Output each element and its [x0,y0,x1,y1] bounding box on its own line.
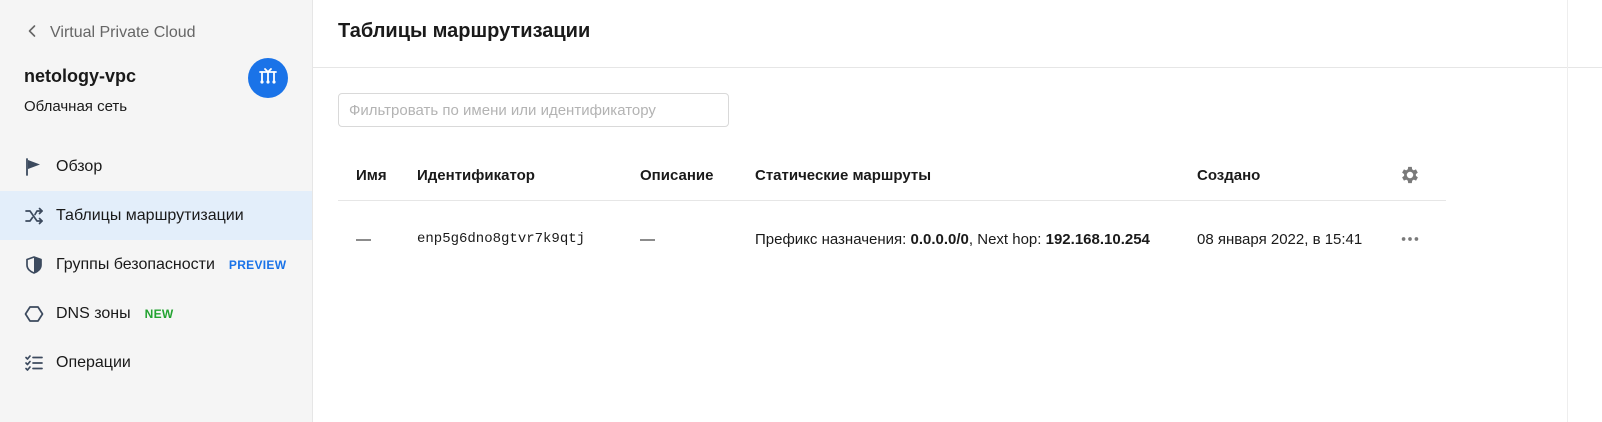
preview-badge: PREVIEW [228,257,287,272]
route-prefix-label: Префикс назначения: [755,230,907,248]
page-title: Таблицы маршрутизации [338,20,591,42]
network-icon [257,65,279,92]
route-prefix-value: 0.0.0.0/0 [910,230,969,248]
sidebar-item-security-groups[interactable]: Группы безопасности PREVIEW [0,240,312,289]
sidebar-item-label: DNS зоны [56,304,131,322]
column-header-id[interactable]: Идентификатор [417,150,535,200]
sidebar-nav: Обзор Таблицы маршрутизации Группы безоп… [0,142,312,387]
sidebar-item-operations[interactable]: Операции [0,338,312,387]
checklist-icon [24,353,44,373]
column-header-description[interactable]: Описание [640,150,713,200]
route-next-hop-label: Next hop: [977,230,1042,248]
sidebar-item-label: Операции [56,353,131,371]
sidebar-item-route-tables[interactable]: Таблицы маршрутизации [0,191,312,240]
column-header-created[interactable]: Создано [1197,150,1260,200]
row-created: 08 января 2022, в 15:41 [1197,230,1363,248]
back-to-vpc-link[interactable]: Virtual Private Cloud [24,22,196,44]
scrollbar-track[interactable] [1567,0,1568,422]
flag-icon [24,157,44,177]
main-content: Таблицы маршрутизации Имя Идентификатор … [313,0,1602,422]
sidebar-item-label: Группы безопасности [56,255,215,273]
route-separator: , [968,230,974,248]
table-row[interactable]: — enp5g6dno8gtvr7k9qtj — Префикс назначе… [338,201,1446,277]
sidebar-item-label: Обзор [56,157,103,175]
vpc-service-avatar [248,58,288,98]
shuffle-icon [24,206,44,226]
new-badge: NEW [144,306,174,321]
header-divider [313,67,1602,68]
row-actions-cell [1398,201,1422,277]
column-header-static-routes[interactable]: Статические маршруты [755,150,931,200]
column-settings-cell [1398,150,1422,200]
sidebar: Virtual Private Cloud netology-vpc Облач… [0,0,313,422]
back-link-label: Virtual Private Cloud [50,24,196,41]
more-actions-icon[interactable] [1398,227,1422,251]
table-header: Имя Идентификатор Описание Статические м… [338,150,1446,201]
route-next-hop-value: 192.168.10.254 [1045,230,1150,248]
route-tables-table: Имя Идентификатор Описание Статические м… [338,150,1446,277]
filter-input[interactable] [338,93,729,127]
row-name: — [356,230,371,248]
sidebar-item-overview[interactable]: Обзор [0,142,312,191]
sidebar-item-label: Таблицы маршрутизации [56,206,244,224]
row-description: — [640,230,655,248]
column-header-name[interactable]: Имя [356,150,387,200]
row-static-routes: Префикс назначения: 0.0.0.0/0, Next hop:… [755,201,1150,277]
chevron-left-icon [24,23,40,44]
vpc-name: netology-vpc [24,66,137,86]
sidebar-item-dns-zones[interactable]: DNS зоны NEW [0,289,312,338]
hexagon-icon [24,304,44,324]
vpc-type: Облачная сеть [24,98,128,115]
gear-icon[interactable] [1398,163,1422,187]
shield-icon [24,255,44,275]
row-id: enp5g6dno8gtvr7k9qtj [417,231,586,247]
